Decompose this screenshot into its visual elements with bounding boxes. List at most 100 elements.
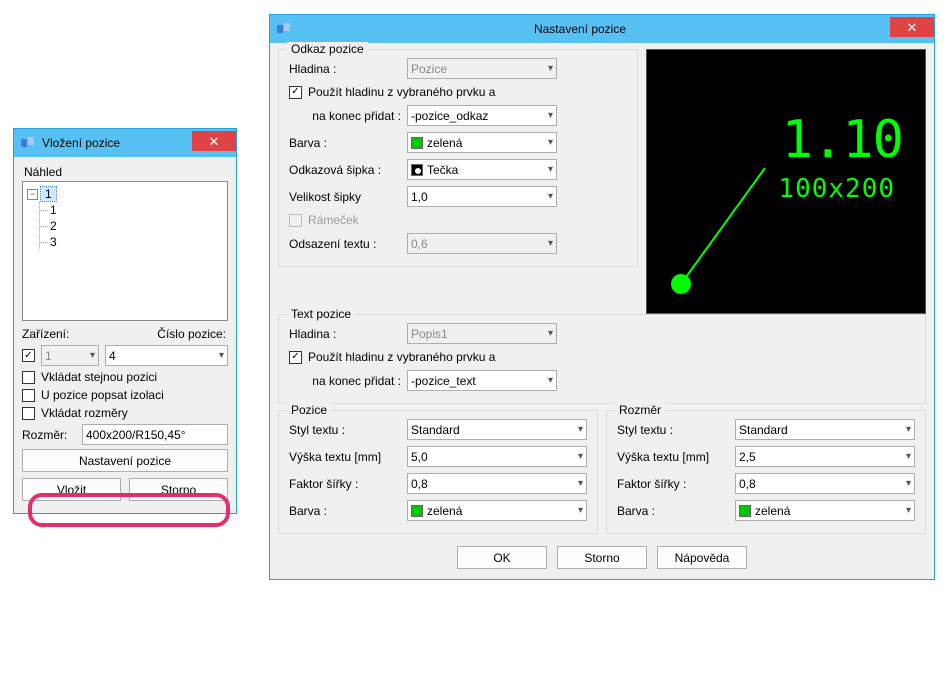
- tree-item[interactable]: 1: [48, 202, 223, 218]
- describe-isolation-label: U pozice popsat izolaci: [41, 388, 164, 402]
- device-label: Zařízení:: [22, 327, 80, 341]
- color-label: Barva :: [617, 504, 735, 518]
- position-settings-button[interactable]: Nastavení pozice: [22, 449, 228, 472]
- chevron-down-icon: ▾: [906, 505, 911, 516]
- app-icon: [20, 135, 36, 151]
- preview-position-number: 1.10: [782, 110, 903, 170]
- chevron-down-icon: ▾: [578, 424, 583, 435]
- group-legend: Pozice: [287, 403, 331, 417]
- preview-dimension: 100x200: [778, 174, 895, 204]
- chevron-down-icon: ▾: [90, 350, 95, 361]
- width-factor-label: Faktor šířky :: [617, 477, 735, 491]
- chevron-down-icon: ▾: [219, 350, 224, 361]
- arrow-label: Odkazová šipka :: [289, 163, 407, 177]
- group-legend: Text pozice: [287, 307, 355, 321]
- chevron-down-icon: ▾: [906, 451, 911, 462]
- titlebar[interactable]: Nastavení pozice ✕: [270, 15, 934, 43]
- layer-select[interactable]: Popis1▾: [407, 323, 557, 344]
- color-swatch-icon: [411, 505, 423, 517]
- color-select[interactable]: zelená▾: [735, 500, 915, 521]
- chevron-down-icon: ▾: [548, 164, 553, 175]
- arrow-size-label: Velikost šipky: [289, 190, 407, 204]
- collapse-icon[interactable]: −: [27, 189, 38, 200]
- titlebar[interactable]: Vložení pozice ✕: [14, 129, 236, 157]
- text-position-group: Text pozice Hladina : Popis1▾ Použít hla…: [278, 314, 926, 404]
- layer-label: Hladina :: [289, 62, 407, 76]
- ok-button[interactable]: OK: [457, 546, 547, 569]
- arrow-select[interactable]: Tečka▾: [407, 159, 557, 180]
- layer-select[interactable]: Pozice▾: [407, 58, 557, 79]
- chevron-down-icon: ▾: [578, 451, 583, 462]
- position-settings-window: Nastavení pozice ✕ Odkaz pozice Hladina …: [269, 14, 935, 580]
- text-style-label: Styl textu :: [289, 423, 407, 437]
- text-offset-label: Odsazení textu :: [289, 237, 407, 251]
- text-height-select[interactable]: 5,0▾: [407, 446, 587, 467]
- device-select[interactable]: 1▾: [41, 345, 99, 366]
- text-height-label: Výška textu [mm]: [617, 450, 735, 464]
- chevron-down-icon: ▾: [548, 191, 553, 202]
- append-select[interactable]: -pozice_odkaz▾: [407, 105, 557, 126]
- insert-dimensions-checkbox[interactable]: [22, 407, 35, 420]
- color-swatch-icon: [411, 137, 423, 149]
- chevron-down-icon: ▾: [548, 137, 553, 148]
- frame-checkbox: [289, 214, 302, 227]
- color-select[interactable]: zelená▾: [407, 132, 557, 153]
- tree-label: Náhled: [24, 165, 228, 179]
- close-button[interactable]: ✕: [890, 17, 934, 37]
- dimension-style-group: Rozměr Styl textu :Standard▾ Výška textu…: [606, 410, 926, 534]
- window-title: Nastavení pozice: [298, 22, 890, 36]
- use-layer-label: Použít hladinu z vybraného prvku a: [308, 350, 495, 364]
- color-select[interactable]: zelená▾: [407, 500, 587, 521]
- use-layer-label: Použít hladinu z vybraného prvku a: [308, 85, 495, 99]
- describe-isolation-checkbox[interactable]: [22, 389, 35, 402]
- tree-root[interactable]: 1: [40, 186, 57, 202]
- device-checkbox[interactable]: [22, 349, 35, 362]
- same-position-checkbox[interactable]: [22, 371, 35, 384]
- width-factor-select[interactable]: 0,8▾: [407, 473, 587, 494]
- position-number-select[interactable]: 4▾: [105, 345, 228, 366]
- insert-position-window: Vložení pozice ✕ Náhled − 1 1 2 3 Zaříze…: [13, 128, 237, 514]
- reference-group: Odkaz pozice Hladina : Pozice▾ Použít hl…: [278, 49, 638, 267]
- app-icon: [276, 21, 292, 37]
- chevron-down-icon: ▾: [548, 63, 553, 74]
- chevron-down-icon: ▾: [548, 110, 553, 121]
- tree-view[interactable]: − 1 1 2 3: [22, 181, 228, 321]
- arrow-size-select[interactable]: 1,0▾: [407, 186, 557, 207]
- text-height-label: Výška textu [mm]: [289, 450, 407, 464]
- color-label: Barva :: [289, 136, 407, 150]
- position-number-label: Číslo pozice:: [86, 327, 228, 341]
- layer-label: Hladina :: [289, 327, 407, 341]
- same-position-label: Vkládat stejnou pozici: [41, 370, 157, 384]
- color-swatch-icon: [739, 505, 751, 517]
- width-factor-select[interactable]: 0,8▾: [735, 473, 915, 494]
- chevron-down-icon: ▾: [548, 328, 553, 339]
- chevron-down-icon: ▾: [906, 478, 911, 489]
- group-legend: Odkaz pozice: [287, 42, 368, 56]
- close-button[interactable]: ✕: [192, 131, 236, 151]
- text-offset-select[interactable]: 0,6▾: [407, 233, 557, 254]
- width-factor-label: Faktor šířky :: [289, 477, 407, 491]
- tree-item[interactable]: 2: [48, 218, 223, 234]
- chevron-down-icon: ▾: [578, 478, 583, 489]
- insert-button[interactable]: Vložit: [22, 478, 121, 501]
- tree-item[interactable]: 3: [48, 234, 223, 250]
- chevron-down-icon: ▾: [906, 424, 911, 435]
- append-select[interactable]: -pozice_text▾: [407, 370, 557, 391]
- group-legend: Rozměr: [615, 403, 665, 417]
- position-style-group: Pozice Styl textu :Standard▾ Výška textu…: [278, 410, 598, 534]
- text-style-select[interactable]: Standard▾: [735, 419, 915, 440]
- help-button[interactable]: Nápověda: [657, 546, 747, 569]
- cancel-button[interactable]: Storno: [557, 546, 647, 569]
- dot-icon: [411, 164, 423, 176]
- chevron-down-icon: ▾: [548, 375, 553, 386]
- text-style-select[interactable]: Standard▾: [407, 419, 587, 440]
- use-layer-checkbox[interactable]: [289, 86, 302, 99]
- color-label: Barva :: [289, 504, 407, 518]
- dimension-input[interactable]: 400x200/R150,45°: [82, 424, 228, 445]
- text-style-label: Styl textu :: [617, 423, 735, 437]
- cancel-button[interactable]: Storno: [129, 478, 228, 501]
- text-height-select[interactable]: 2,5▾: [735, 446, 915, 467]
- use-layer-checkbox[interactable]: [289, 351, 302, 364]
- preview-pane: 1.10 100x200: [646, 49, 926, 314]
- insert-dimensions-label: Vkládat rozměry: [41, 406, 128, 420]
